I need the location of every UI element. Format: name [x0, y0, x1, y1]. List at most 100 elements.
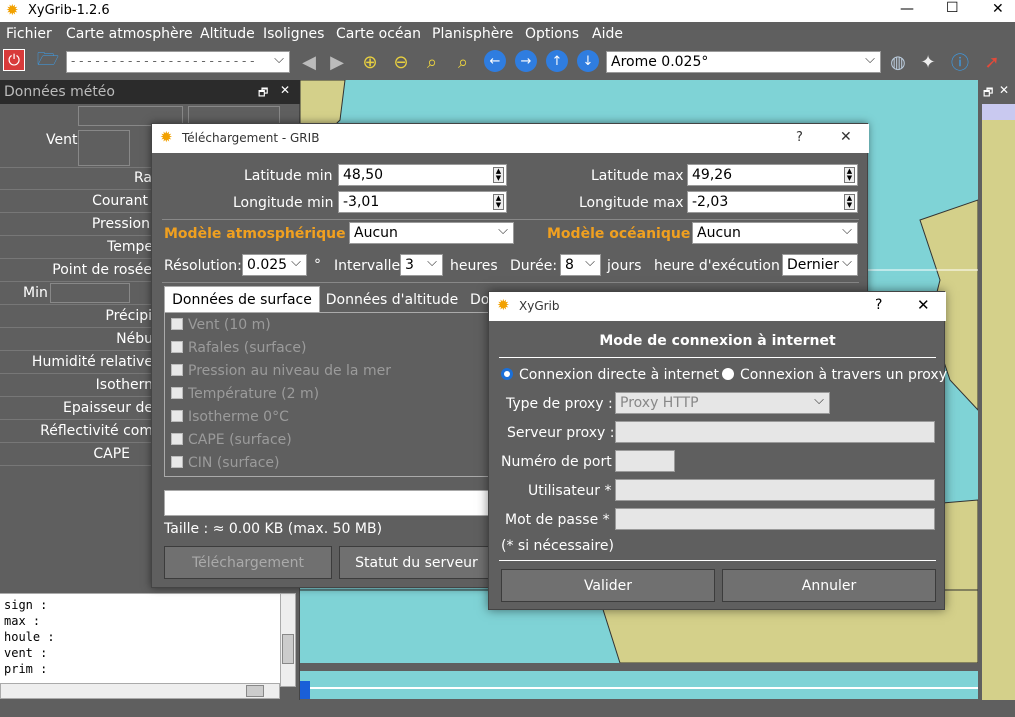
vscroll-thumb[interactable]: [282, 634, 294, 664]
checkbox-vent[interactable]: Vent (10 m): [171, 317, 271, 333]
menu-altitude[interactable]: Altitude: [200, 26, 255, 42]
model-combo[interactable]: Arome 0.025°: [606, 51, 881, 73]
checkbox-box[interactable]: [171, 433, 183, 445]
menu-fichier[interactable]: Fichier: [6, 26, 52, 42]
lon-max-input[interactable]: -2,03 ▲ ▼: [687, 191, 858, 213]
panel-close-icon[interactable]: ✕: [280, 83, 290, 97]
quit-icon[interactable]: ⏻: [3, 49, 25, 71]
proxy-help-button[interactable]: ?: [875, 297, 882, 313]
user-input[interactable]: [615, 479, 935, 501]
min-box: [50, 283, 130, 303]
duration-select[interactable]: 8: [560, 254, 601, 276]
menu-options[interactable]: Options: [525, 26, 579, 42]
checkbox-box[interactable]: [171, 364, 183, 376]
radio-direct-dot[interactable]: [501, 368, 513, 380]
resolution-select[interactable]: 0.025: [242, 254, 307, 276]
password-input[interactable]: [615, 508, 935, 530]
server-status-button[interactable]: Statut du serveur: [339, 546, 494, 579]
next-arrow-icon[interactable]: ▶: [324, 49, 350, 75]
maximize-button[interactable]: ☐: [946, 0, 959, 16]
tab-surface[interactable]: Données de surface: [164, 286, 320, 312]
lat-max-input[interactable]: 49,26 ▲ ▼: [687, 164, 858, 186]
star-icon[interactable]: ✦: [915, 49, 941, 75]
proxy-close-button[interactable]: ✕: [917, 296, 930, 314]
cancel-button[interactable]: Annuler: [722, 569, 936, 602]
right-panel-land: [982, 120, 1015, 700]
user-label: Utilisateur * :: [528, 483, 621, 499]
right-panel-float-icon[interactable]: 🗗: [983, 84, 993, 103]
run-select[interactable]: Dernier: [782, 254, 858, 276]
pan-down-icon[interactable]: ↓: [577, 50, 599, 72]
optional-note: (* si nécessaire): [501, 538, 614, 554]
prev-arrow-icon[interactable]: ◀: [296, 49, 322, 75]
port-input[interactable]: [615, 450, 675, 472]
info-icon[interactable]: ⓘ: [947, 49, 973, 75]
separator: [499, 560, 936, 561]
checkbox-temperature[interactable]: Température (2 m): [171, 386, 319, 402]
lon-max-spinner[interactable]: ▲ ▼: [844, 194, 855, 210]
proxy-server-input[interactable]: [615, 421, 935, 443]
checkbox-box[interactable]: [171, 318, 183, 330]
globe-download-icon[interactable]: ◍: [885, 49, 911, 75]
zoom-out-icon[interactable]: ⊖: [388, 49, 414, 75]
lat-min-spinner[interactable]: ▲ ▼: [493, 167, 504, 183]
pan-left-icon[interactable]: ←: [484, 50, 506, 72]
radio-proxy[interactable]: Connexion à travers un proxy: [722, 367, 947, 383]
run-label: heure d'exécution :: [654, 258, 789, 274]
checkbox-box[interactable]: [171, 341, 183, 353]
menu-bar: Fichier Carte atmosphère Altitude Isolig…: [0, 22, 1015, 46]
lon-min-spinner[interactable]: ▲ ▼: [493, 194, 504, 210]
checkbox-rafales[interactable]: Rafales (surface): [171, 340, 306, 356]
console-hscrollbar[interactable]: [0, 683, 280, 699]
lat-max-spinner[interactable]: ▲ ▼: [844, 167, 855, 183]
checkbox-box[interactable]: [171, 410, 183, 422]
proxy-server-label: Serveur proxy :: [507, 425, 615, 441]
checkbox-box[interactable]: [171, 456, 183, 468]
radio-proxy-dot[interactable]: [722, 368, 734, 380]
date-combo[interactable]: - - - - - - - - - - - - - - - - - - - - …: [66, 51, 290, 73]
pan-right-icon[interactable]: →: [515, 50, 537, 72]
days-label: jours: [607, 258, 642, 274]
menu-carte-atmosphere[interactable]: Carte atmosphère: [66, 26, 193, 42]
lat-max-label: Latitude max :: [591, 168, 693, 184]
close-button[interactable]: ✕: [992, 1, 1004, 17]
console-vscrollbar[interactable]: [280, 593, 296, 687]
console-output: sign : max : houle : vent : prim :: [0, 593, 280, 687]
checkbox-pression[interactable]: Pression au niveau de la mer: [171, 363, 391, 379]
checkbox-isotherme[interactable]: Isotherme 0°C: [171, 409, 289, 425]
checkbox-cin[interactable]: CIN (surface): [171, 455, 280, 471]
tab-altitude[interactable]: Données d'altitude: [322, 288, 462, 312]
checkbox-cape[interactable]: CAPE (surface): [171, 432, 292, 448]
lat-min-input[interactable]: 48,50 ▲ ▼: [338, 164, 507, 186]
menu-planisphere[interactable]: Planisphère: [432, 26, 513, 42]
zoom-fit-icon[interactable]: ⌕: [419, 49, 445, 75]
window-title: XyGrib-1.2.6: [28, 3, 110, 18]
float-icon[interactable]: 🗗: [258, 84, 268, 103]
right-panel-close-icon[interactable]: ✕: [999, 83, 1009, 97]
zoom-all-icon[interactable]: ⌕: [450, 49, 476, 75]
rocket-icon[interactable]: ➚: [979, 49, 1005, 75]
lon-min-input[interactable]: -3,01 ▲ ▼: [338, 191, 507, 213]
validate-button[interactable]: Valider: [501, 569, 715, 602]
duration-label: Durée:: [510, 258, 558, 274]
grib-help-button[interactable]: ?: [796, 130, 803, 145]
hscroll-thumb[interactable]: [246, 685, 264, 697]
download-button[interactable]: Téléchargement: [164, 546, 332, 579]
checkbox-box[interactable]: [171, 387, 183, 399]
timeline-track[interactable]: [300, 671, 978, 699]
menu-carte-ocean[interactable]: Carte océan: [336, 26, 421, 42]
radio-direct[interactable]: Connexion directe à internet: [501, 367, 719, 383]
zoom-in-icon[interactable]: ⊕: [357, 49, 383, 75]
menu-isolignes[interactable]: Isolignes: [263, 26, 324, 42]
grib-close-button[interactable]: ✕: [840, 129, 852, 145]
menu-aide[interactable]: Aide: [592, 26, 623, 42]
interval-select[interactable]: 3: [400, 254, 443, 276]
hours-label: heures: [450, 258, 498, 274]
minimize-button[interactable]: —: [900, 1, 914, 17]
proxy-type-select[interactable]: Proxy HTTP: [615, 392, 830, 414]
pan-up-icon[interactable]: ↑: [546, 50, 568, 72]
timeline-slider-handle[interactable]: [300, 681, 310, 699]
atmo-model-select[interactable]: Aucun: [349, 222, 514, 244]
ocean-model-select[interactable]: Aucun: [692, 222, 858, 244]
open-folder-icon[interactable]: 🗁: [35, 49, 61, 75]
